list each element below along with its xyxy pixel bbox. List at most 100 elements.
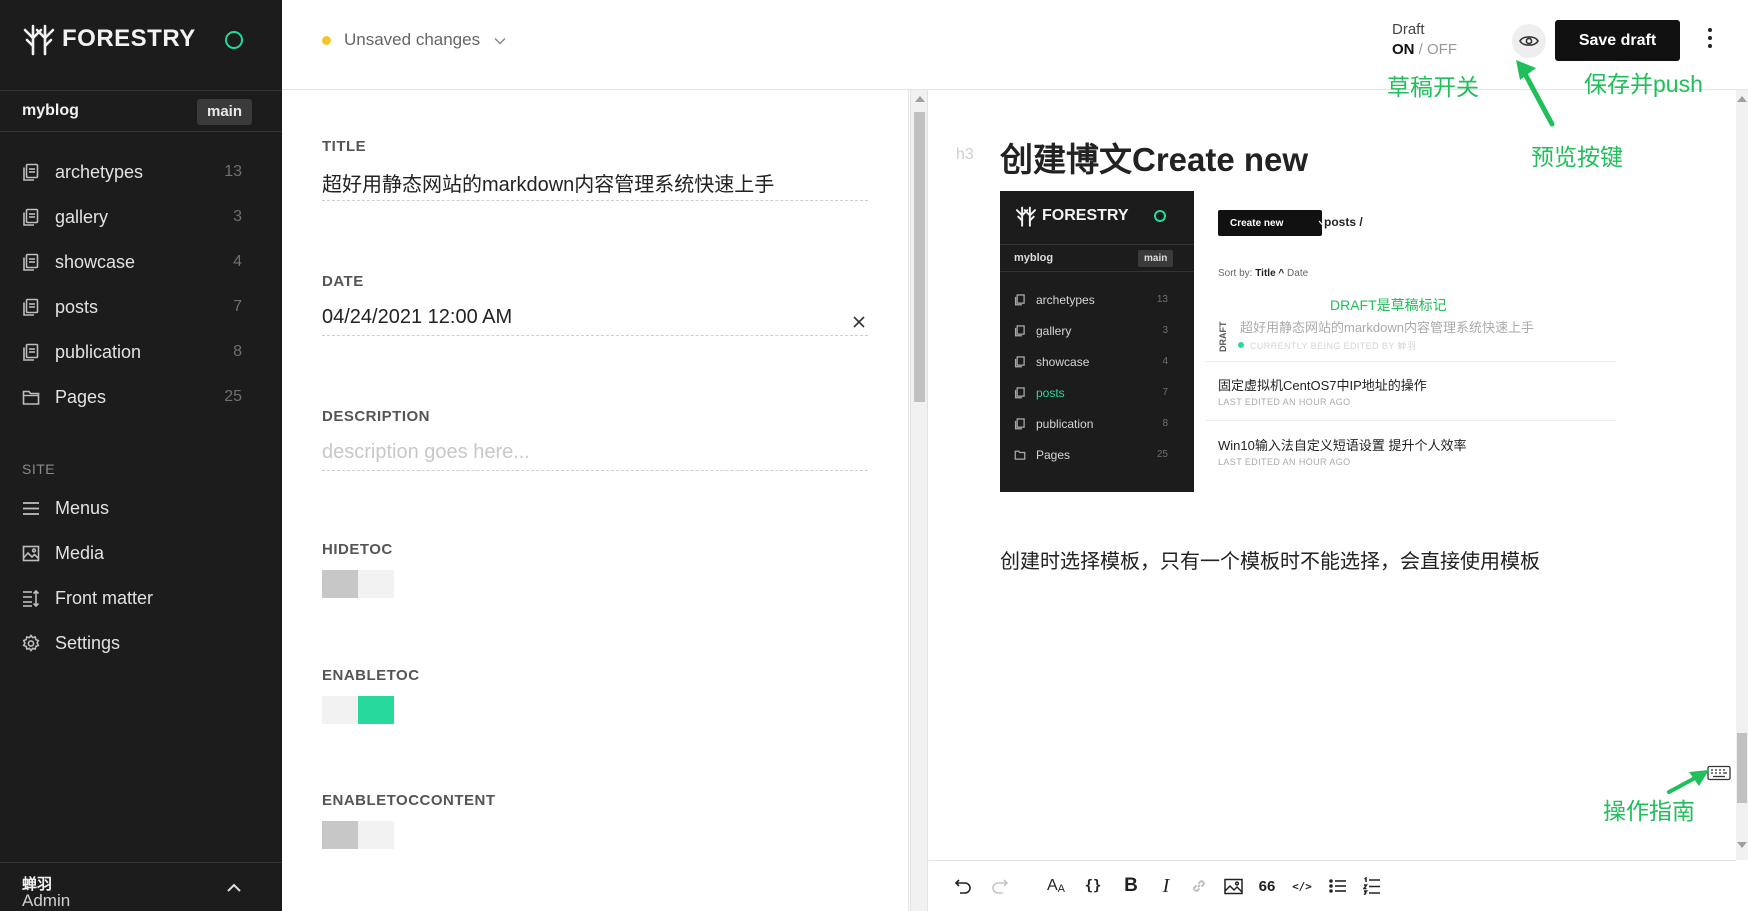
document-stack-icon bbox=[23, 343, 39, 361]
draft-toggle[interactable]: ON / OFF bbox=[1392, 41, 1457, 58]
code-icon[interactable]: </> bbox=[1291, 876, 1313, 896]
save-draft-button[interactable]: Save draft bbox=[1555, 20, 1680, 61]
scroll-down-arrow-icon[interactable] bbox=[1737, 842, 1747, 848]
logo-row: FORESTRY bbox=[0, 0, 282, 88]
draft-switch-annotation: 草稿开关 bbox=[1387, 74, 1479, 100]
post-title: 固定虚拟机CentOS7中IP地址的操作 bbox=[1218, 378, 1427, 393]
screenshot-post-row: 超好用静态网站的markdown内容管理系统快速上手 CURRENTLY BEI… bbox=[1240, 317, 1640, 352]
draft-label: Draft bbox=[1392, 21, 1425, 38]
redo-icon[interactable] bbox=[989, 876, 1011, 896]
more-options-icon[interactable] bbox=[1704, 28, 1716, 54]
bullet-list-icon[interactable] bbox=[1327, 876, 1349, 896]
enabletoc-toggle[interactable] bbox=[322, 696, 394, 724]
hidetoc-toggle[interactable] bbox=[322, 570, 394, 598]
embedded-screenshot: FORESTRY myblog main archetypes 13 galler… bbox=[1000, 191, 1664, 492]
italic-icon[interactable]: I bbox=[1155, 875, 1177, 897]
sidebar-item-label: Media bbox=[55, 543, 105, 563]
draft-separator: / bbox=[1418, 41, 1423, 58]
bold-icon[interactable]: B bbox=[1120, 875, 1142, 896]
field-label: TITLE bbox=[322, 138, 367, 155]
screenshot-sort: Sort by: Title ^ Date bbox=[1218, 268, 1308, 279]
editor-scrollbar[interactable] bbox=[1736, 90, 1748, 860]
field-label: ENABLETOCCONTENT bbox=[322, 792, 496, 809]
screenshot-item-label: archetypes bbox=[1036, 293, 1095, 307]
site-selector[interactable]: myblog main bbox=[0, 90, 282, 132]
sidebar-item-front-matter[interactable]: Front matter bbox=[0, 576, 282, 621]
sort-list-icon bbox=[23, 589, 40, 608]
divider bbox=[1206, 361, 1616, 362]
annotation-arrow-icon bbox=[1667, 770, 1709, 794]
document-stack-icon bbox=[23, 163, 39, 181]
sidebar-item-count: 3 bbox=[233, 208, 242, 225]
screenshot-post-row: 固定虚拟机CentOS7中IP地址的操作 LAST EDITED AN HOUR… bbox=[1218, 375, 1618, 407]
screenshot-branch: main bbox=[1138, 250, 1174, 267]
preview-button[interactable] bbox=[1512, 24, 1546, 58]
scrollbar-thumb[interactable] bbox=[914, 112, 925, 402]
font-size-icon[interactable]: AA bbox=[1045, 876, 1067, 896]
undo-icon[interactable] bbox=[952, 876, 974, 896]
clear-date-icon[interactable] bbox=[852, 315, 866, 329]
chevron-up-icon bbox=[227, 883, 241, 892]
numbered-list-icon[interactable] bbox=[1361, 876, 1383, 896]
save-status[interactable]: Unsaved changes bbox=[344, 30, 480, 50]
sort-title: Title ^ bbox=[1255, 268, 1285, 279]
sidebar-item-count: 13 bbox=[224, 163, 242, 180]
sidebar-item-label: Settings bbox=[55, 633, 121, 653]
title-input[interactable] bbox=[322, 165, 868, 201]
site-settings-nav: Menus Media Front matter Settings bbox=[0, 486, 282, 666]
sidebar-item-archetypes[interactable]: archetypes 13 bbox=[0, 150, 282, 195]
document-stack-icon bbox=[1014, 418, 1025, 430]
date-input[interactable] bbox=[322, 300, 868, 336]
sidebar-item-showcase[interactable]: showcase 4 bbox=[0, 240, 282, 285]
sidebar-item-label: Menus bbox=[55, 498, 110, 518]
content-sections-nav: archetypes 13 gallery 3 showcase 4 posts… bbox=[0, 150, 282, 420]
sidebar-item-label: archetypes bbox=[55, 162, 144, 182]
sidebar-item-publication[interactable]: publication 8 bbox=[0, 330, 282, 375]
unsaved-indicator-icon bbox=[322, 36, 331, 45]
screenshot-item-count: 4 bbox=[1162, 356, 1168, 367]
scroll-up-arrow-icon[interactable] bbox=[1737, 96, 1747, 102]
screenshot-item: gallery 3 bbox=[1000, 317, 1194, 348]
annotation-arrow-icon bbox=[1516, 60, 1555, 127]
draft-on-option[interactable]: ON bbox=[1392, 41, 1415, 58]
front-matter-form: TITLE DATE DESCRIPTION HIDETOC ENABLETOC… bbox=[282, 90, 909, 911]
enabletoccontent-field: ENABLETOCCONTENT bbox=[322, 792, 868, 849]
scroll-up-arrow-icon[interactable] bbox=[915, 96, 925, 102]
quote-icon[interactable]: 66 bbox=[1256, 876, 1278, 896]
document-stack-icon bbox=[1014, 387, 1025, 399]
save-push-annotation: 保存并push bbox=[1584, 71, 1703, 97]
forestry-logo-icon bbox=[23, 24, 55, 56]
content-paragraph[interactable]: 创建时选择模板，只有一个模板时不能选择，会直接使用模板 bbox=[1000, 545, 1540, 574]
folder-icon bbox=[1014, 450, 1026, 460]
code-braces-icon[interactable]: {} bbox=[1082, 876, 1104, 896]
screenshot-site-row: myblog main bbox=[1000, 244, 1194, 272]
sidebar-item-settings[interactable]: Settings bbox=[0, 621, 282, 666]
post-meta: LAST EDITED AN HOUR AGO bbox=[1218, 457, 1351, 467]
screenshot-app-name: FORESTRY bbox=[1042, 207, 1129, 224]
chevron-down-icon[interactable] bbox=[494, 37, 506, 45]
sidebar-item-posts[interactable]: posts 7 bbox=[0, 285, 282, 330]
form-scrollbar[interactable] bbox=[910, 90, 928, 911]
screenshot-item-count: 13 bbox=[1156, 294, 1168, 305]
document-stack-icon bbox=[1014, 325, 1025, 337]
draft-off-option[interactable]: OFF bbox=[1427, 41, 1457, 58]
content-heading[interactable]: 创建博文Create new bbox=[1000, 133, 1308, 181]
sidebar-item-menus[interactable]: Menus bbox=[0, 486, 282, 531]
markdown-editor[interactable]: h3 创建博文Create new FORESTRY myblog main a… bbox=[929, 90, 1736, 860]
sidebar-item-gallery[interactable]: gallery 3 bbox=[0, 195, 282, 240]
sidebar-item-media[interactable]: Media bbox=[0, 531, 282, 576]
user-menu[interactable]: 蝉羽 Admin bbox=[0, 862, 282, 911]
date-field: DATE bbox=[322, 273, 868, 336]
gear-icon bbox=[22, 634, 40, 652]
screenshot-item-label: publication bbox=[1036, 417, 1094, 431]
scrollbar-thumb[interactable] bbox=[1737, 733, 1747, 803]
hamburger-icon bbox=[23, 502, 39, 515]
screenshot-item: Pages 25 bbox=[1000, 441, 1194, 472]
divider bbox=[1206, 420, 1616, 421]
link-icon[interactable] bbox=[1188, 876, 1210, 896]
enabletoccontent-toggle[interactable] bbox=[322, 821, 394, 849]
description-field: DESCRIPTION bbox=[322, 408, 868, 471]
image-icon[interactable] bbox=[1222, 876, 1244, 896]
description-input[interactable] bbox=[322, 435, 868, 471]
sidebar-item-pages[interactable]: Pages 25 bbox=[0, 375, 282, 420]
